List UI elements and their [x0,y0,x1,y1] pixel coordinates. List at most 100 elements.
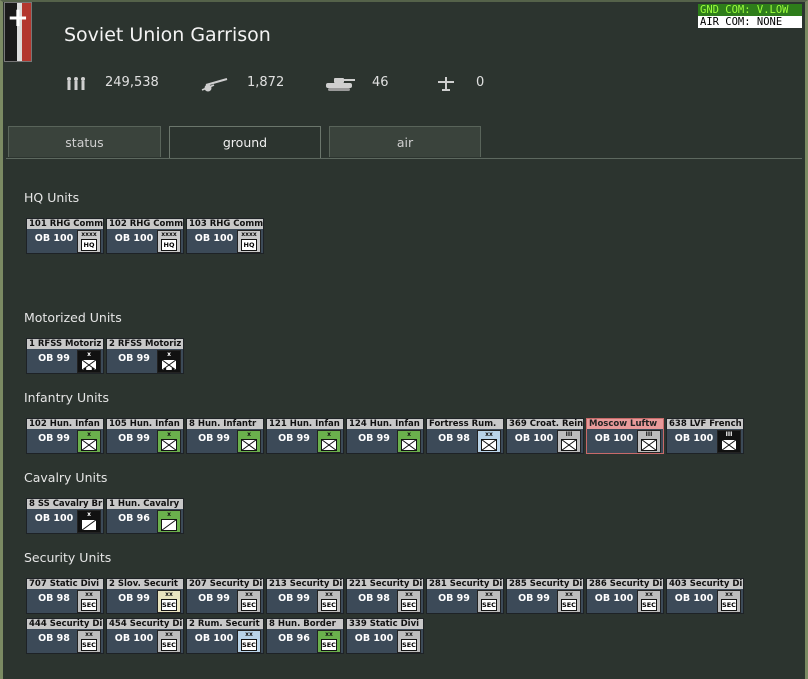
unit-counter[interactable]: 213 Security Di OB 99 xx SEC [266,578,344,614]
unit-name: 403 Security Di [667,579,743,589]
unit-type-label: HQ [161,239,177,251]
unit-size: xx [85,591,93,598]
unit-counter[interactable]: 369 Croat. Rein OB 100 III [506,418,584,454]
unit-symbol-icon: x [157,510,181,533]
men-count: 249,538 [105,75,159,90]
unit-counter[interactable]: 103 RHG Comm OB 100 xxxx HQ [186,218,264,254]
unit-counter[interactable]: 121 Hun. Infan OB 99 x [266,418,344,454]
unit-type-label: SEC [641,599,657,611]
unit-symbol-icon: xx [477,430,501,453]
unit-type-label: HQ [81,239,97,251]
unit-counter[interactable]: 403 Security Di OB 100 xx SEC [666,578,744,614]
unit-name: 369 Croat. Rein [507,419,583,429]
tab-status[interactable]: status [8,126,161,157]
unit-counter[interactable]: 707 Static Divi OB 98 xx SEC [26,578,104,614]
unit-size: xx [85,631,93,638]
section-label: Motorized Units [24,310,122,325]
unit-size: xx [485,591,493,598]
unit-size: x [87,431,91,438]
unit-symbol-icon: x [77,510,101,533]
unit-counter[interactable]: 221 Security Di OB 98 xx SEC [346,578,424,614]
unit-type-label: SEC [321,639,337,651]
unit-counter[interactable]: 2 RFSS Motoriz OB 99 x [106,338,184,374]
unit-size: xxxx [161,231,177,238]
unit-symbol-icon: III [637,430,661,453]
unit-name: 2 RFSS Motoriz [107,339,183,349]
unit-counter[interactable]: 281 Security Di OB 99 xx SEC [426,578,504,614]
tab-ground[interactable]: ground [169,126,321,159]
unit-counter[interactable]: 1 Hun. Cavalry OB 96 x [106,498,184,534]
unit-counter[interactable]: 286 Security Di OB 100 xx SEC [586,578,664,614]
unit-name: Moscow Luftw [587,419,663,429]
unit-ob: OB 99 [118,433,150,444]
unit-name: 2 Rum. Securit [187,619,263,629]
unit-size: xxxx [241,231,257,238]
unit-counter[interactable]: 444 Security Di OB 98 xx SEC [26,618,104,654]
unit-counter[interactable]: Fortress Rum. OB 98 xx [426,418,504,454]
unit-counter[interactable]: 339 Static Divi OB 100 xx SEC [346,618,424,654]
unit-size: xx [405,591,413,598]
unit-size: xx [165,591,173,598]
unit-symbol-icon: xx SEC [397,630,421,653]
unit-symbol-icon: x [317,430,341,453]
unit-counter[interactable]: 285 Security Di OB 99 xx SEC [506,578,584,614]
unit-size: xx [165,631,173,638]
unit-ob: OB 99 [518,593,550,604]
unit-name: 105 Hun. Infan [107,419,183,429]
unit-ob: OB 100 [34,513,74,524]
unit-size: x [167,431,171,438]
unit-counter[interactable]: 1 RFSS Motoriz OB 99 x [26,338,104,374]
unit-size: xx [325,631,333,638]
unit-name: 707 Static Divi [27,579,103,589]
unit-symbol-icon: xx SEC [717,590,741,613]
unit-counter[interactable]: 101 RHG Comm OB 100 xxxx HQ [26,218,104,254]
unit-counter[interactable]: 102 Hun. Infan OB 99 x [26,418,104,454]
men-icon [67,77,85,90]
unit-type-label: SEC [161,599,177,611]
unit-symbol-icon: xxxx HQ [237,230,261,253]
unit-type-label: HQ [241,239,257,251]
unit-counter[interactable]: 8 Hun. Border OB 96 xx SEC [266,618,344,654]
unit-size: xx [645,591,653,598]
unit-counter[interactable]: 638 LVF French OB 100 III [666,418,744,454]
air-command-status: AIR COM: NONE [698,16,802,28]
unit-size: x [407,431,411,438]
unit-counter[interactable]: Moscow Luftw OB 100 III [586,418,664,454]
unit-ob: OB 99 [118,353,150,364]
unit-size: III [565,431,573,438]
unit-counter[interactable]: 2 Rum. Securit OB 100 xx SEC [186,618,264,654]
unit-name: 454 Security Di [107,619,183,629]
unit-symbol-icon: xx SEC [237,590,261,613]
artillery-icon [201,78,228,92]
unit-ob: OB 99 [278,593,310,604]
unit-counter[interactable]: 8 Hun. Infantr OB 99 x [186,418,264,454]
unit-symbol-icon: xx SEC [157,590,181,613]
unit-size: xx [565,591,573,598]
unit-counter[interactable]: 124 Hun. Infan OB 99 x [346,418,424,454]
unit-counter[interactable]: 454 Security Di OB 100 xx SEC [106,618,184,654]
unit-size: x [87,511,91,518]
unit-symbol-icon: xx SEC [637,590,661,613]
unit-ob: OB 98 [38,593,70,604]
aircraft-icon [438,77,454,91]
unit-ob: OB 100 [114,233,154,244]
unit-symbol-icon: x [237,430,261,453]
unit-name: 221 Security Di [347,579,423,589]
unit-counter[interactable]: 105 Hun. Infan OB 99 x [106,418,184,454]
unit-symbol-icon: x [77,430,101,453]
unit-name: 286 Security Di [587,579,663,589]
unit-type-label: SEC [241,599,257,611]
unit-counter[interactable]: 8 SS Cavalry Br OB 100 x [26,498,104,534]
command-status: GND COM: V.LOW AIR COM: NONE [698,4,802,28]
unit-counter[interactable]: 2 Slov. Securit OB 99 xx SEC [106,578,184,614]
tab-air[interactable]: air [329,126,481,157]
unit-type-label: SEC [401,599,417,611]
artillery-count: 1,872 [247,75,285,90]
unit-counter[interactable]: 207 Security Di OB 99 xx SEC [186,578,264,614]
unit-counter[interactable]: 102 RHG Comm OB 100 xxxx HQ [106,218,184,254]
unit-ob: OB 99 [118,593,150,604]
unit-symbol-icon: x [397,430,421,453]
unit-symbol-icon: III [717,430,741,453]
unit-ob: OB 96 [278,633,310,644]
unit-type-label: SEC [321,599,337,611]
